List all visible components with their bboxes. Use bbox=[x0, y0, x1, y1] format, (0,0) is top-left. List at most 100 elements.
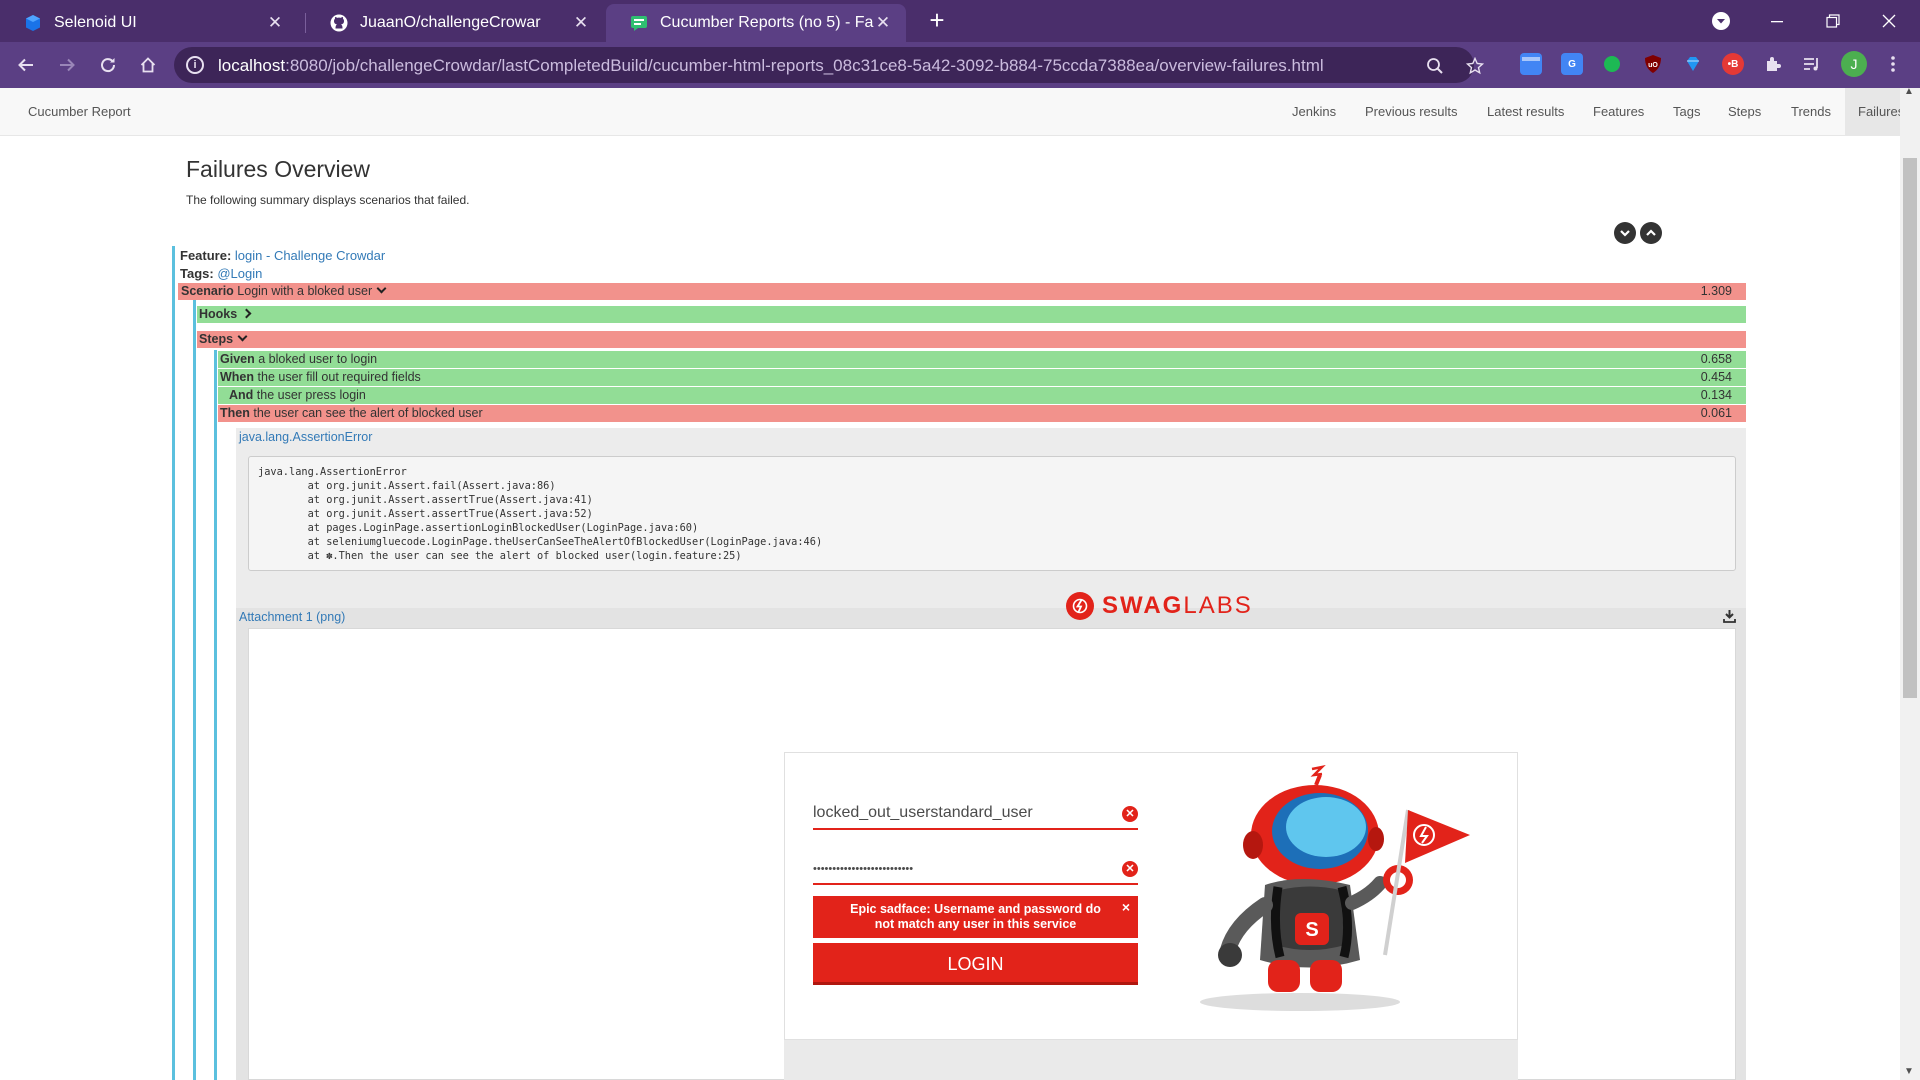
green-status-extension-icon[interactable] bbox=[1601, 53, 1623, 75]
error-title-link[interactable]: java.lang.AssertionError bbox=[239, 430, 372, 444]
step-text: a bloked user to login bbox=[258, 352, 378, 366]
browser-menu-icon[interactable] bbox=[1882, 53, 1904, 75]
scenario-name: Login with a bloked user bbox=[237, 284, 373, 298]
logo-text-light: LABS bbox=[1183, 592, 1253, 619]
nav-steps[interactable]: Steps bbox=[1728, 104, 1761, 119]
minimize-window-icon[interactable] bbox=[1754, 0, 1800, 42]
feature-label: Feature: bbox=[180, 248, 232, 263]
steps-row[interactable]: Steps bbox=[197, 331, 1746, 348]
github-icon bbox=[330, 14, 348, 32]
extension-window-icon[interactable] bbox=[1520, 53, 1542, 75]
new-tab-button[interactable]: + bbox=[922, 6, 952, 36]
svg-text:S: S bbox=[1305, 919, 1318, 941]
bookmark-star-icon[interactable] bbox=[1464, 55, 1486, 77]
swaglabs-logo-icon bbox=[1066, 592, 1094, 620]
tab-github[interactable]: JuaanO/challengeCrowar ✕ bbox=[306, 4, 604, 42]
step-keyword: When bbox=[220, 370, 255, 384]
extension-badge-text: •B bbox=[1727, 58, 1739, 70]
password-value: •••••••••••••••••••••••••• bbox=[813, 863, 914, 875]
attachment-link[interactable]: Attachment 1 (png) bbox=[239, 610, 345, 624]
chevron-right-icon[interactable] bbox=[241, 308, 252, 319]
address-url[interactable]: localhost:8080/job/challengeCrowdar/last… bbox=[218, 56, 1324, 76]
extensions-puzzle-icon[interactable] bbox=[1762, 53, 1784, 75]
scroll-up-arrow-icon[interactable]: ▲ bbox=[1904, 88, 1914, 97]
step-row: When the user fill out required fields 0… bbox=[218, 369, 1746, 386]
zoom-search-icon[interactable] bbox=[1424, 55, 1446, 77]
cucumber-report-icon bbox=[630, 14, 648, 32]
scroll-down-arrow-icon[interactable]: ▼ bbox=[1904, 1066, 1914, 1077]
swaglabs-logo: SWAGLABS bbox=[1066, 591, 1253, 621]
nav-features[interactable]: Features bbox=[1593, 104, 1644, 119]
stack-trace: java.lang.AssertionError at org.junit.As… bbox=[248, 456, 1736, 571]
step-row: And the user press login 0.134 bbox=[218, 387, 1746, 404]
reload-icon[interactable] bbox=[92, 49, 124, 81]
url-path: :8080/job/challengeCrowdar/lastCompleted… bbox=[285, 56, 1324, 75]
download-icon[interactable] bbox=[1723, 609, 1736, 628]
ublock-shield-icon[interactable]: uO bbox=[1642, 53, 1664, 75]
url-host: localhost bbox=[218, 56, 286, 75]
step-keyword: Then bbox=[220, 406, 250, 420]
close-tab-icon[interactable]: ✕ bbox=[266, 13, 284, 33]
nav-previous-results[interactable]: Previous results bbox=[1365, 104, 1457, 119]
collapse-all-icon[interactable] bbox=[1640, 222, 1662, 244]
diamond-extension-icon[interactable] bbox=[1682, 53, 1704, 75]
close-tab-icon[interactable]: ✕ bbox=[874, 13, 892, 33]
error-x-icon: ✕ bbox=[1122, 806, 1138, 822]
page-subtitle: The following summary displays scenarios… bbox=[186, 193, 470, 207]
tab-cucumber-reports[interactable]: Cucumber Reports (no 5) - Failures ✕ bbox=[606, 4, 906, 42]
chevron-down-icon[interactable] bbox=[237, 331, 248, 342]
feature-name-link[interactable]: login - Challenge Crowdar bbox=[235, 248, 385, 263]
page-scrollbar[interactable]: ▲ ▼ bbox=[1900, 88, 1920, 1080]
password-field[interactable]: •••••••••••••••••••••••••• ✕ bbox=[813, 853, 1138, 885]
nav-failures[interactable]: Failures bbox=[1858, 104, 1900, 119]
red-badge-extension-icon[interactable]: •B bbox=[1722, 53, 1744, 75]
back-arrow-icon[interactable] bbox=[10, 49, 42, 81]
step-keyword: Given bbox=[220, 352, 255, 366]
tags-label: Tags: bbox=[180, 266, 214, 281]
nav-latest-results[interactable]: Latest results bbox=[1487, 104, 1564, 119]
scrollbar-thumb[interactable] bbox=[1903, 158, 1917, 698]
home-icon[interactable] bbox=[132, 49, 164, 81]
tag-link[interactable]: @Login bbox=[217, 266, 262, 281]
browser-toolbar: i localhost:8080/job/challengeCrowdar/la… bbox=[0, 42, 1920, 88]
chevron-down-icon[interactable] bbox=[376, 283, 387, 294]
nav-trends[interactable]: Trends bbox=[1791, 104, 1831, 119]
login-footer-strip bbox=[784, 1040, 1518, 1080]
media-queue-icon[interactable] bbox=[1801, 53, 1823, 75]
profile-avatar[interactable]: J bbox=[1841, 51, 1867, 77]
selenoid-cube-icon bbox=[24, 14, 42, 32]
feature-line: Feature: login - Challenge Crowdar bbox=[180, 248, 385, 263]
address-bar[interactable]: i localhost:8080/job/challengeCrowdar/la… bbox=[174, 47, 1484, 83]
tags-line: Tags: @Login bbox=[180, 266, 262, 281]
close-window-icon[interactable] bbox=[1866, 0, 1912, 42]
google-translate-icon[interactable]: G bbox=[1561, 53, 1583, 75]
nav-jenkins[interactable]: Jenkins bbox=[1292, 104, 1336, 119]
expand-all-icon[interactable] bbox=[1614, 222, 1636, 244]
swag-bot-mascot-image: S bbox=[1180, 764, 1480, 1020]
close-tab-icon[interactable]: ✕ bbox=[572, 13, 590, 33]
username-field[interactable]: locked_out_userstandard_user ✕ bbox=[813, 798, 1138, 830]
step-row: Then the user can see the alert of block… bbox=[218, 405, 1746, 422]
restore-window-icon[interactable] bbox=[1810, 0, 1856, 42]
step-text: the user fill out required fields bbox=[257, 370, 421, 384]
forward-arrow-icon[interactable] bbox=[51, 49, 83, 81]
scenario-row[interactable]: Scenario Login with a bloked user 1.309 bbox=[178, 283, 1746, 300]
site-info-icon[interactable]: i bbox=[186, 56, 204, 74]
step-row: Given a bloked user to login 0.658 bbox=[218, 351, 1746, 368]
tab-selenoid-ui[interactable]: Selenoid UI ✕ bbox=[0, 4, 298, 42]
tab-search-icon[interactable] bbox=[1698, 0, 1744, 42]
tab-title: JuaanO/challengeCrowar bbox=[360, 14, 541, 31]
tab-title: Selenoid UI bbox=[54, 14, 137, 31]
login-button[interactable]: LOGIN bbox=[813, 943, 1138, 985]
dismiss-error-icon[interactable]: × bbox=[1122, 900, 1130, 915]
error-x-icon: ✕ bbox=[1122, 861, 1138, 877]
navbar-brand[interactable]: Cucumber Report bbox=[28, 104, 131, 119]
hooks-row[interactable]: Hooks bbox=[197, 306, 1746, 323]
step-keyword: And bbox=[229, 388, 254, 402]
step-text: the user can see the alert of blocked us… bbox=[253, 406, 483, 420]
steps-label: Steps bbox=[199, 332, 234, 346]
scenario-keyword: Scenario bbox=[181, 284, 234, 298]
nav-tags[interactable]: Tags bbox=[1673, 104, 1700, 119]
browser-tab-strip: Selenoid UI ✕ JuaanO/challengeCrowar ✕ C… bbox=[0, 0, 1920, 42]
svg-text:uO: uO bbox=[1648, 62, 1658, 69]
